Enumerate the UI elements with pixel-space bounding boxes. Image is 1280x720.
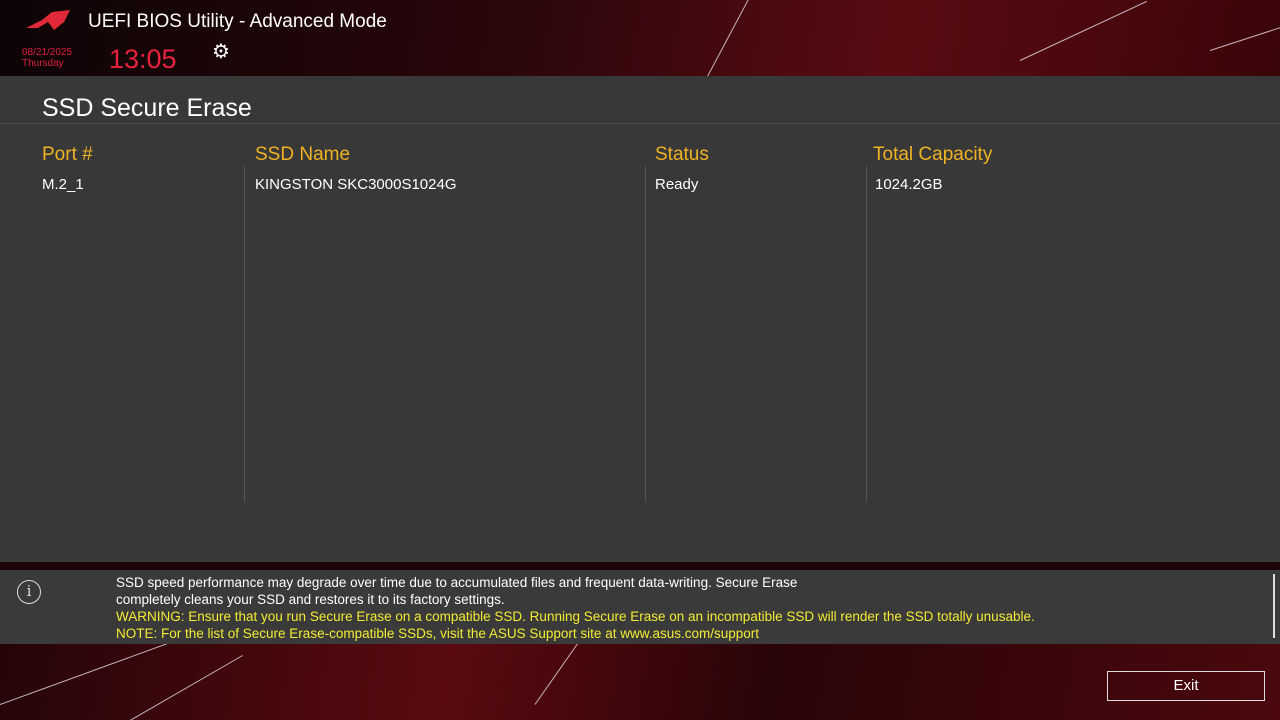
- clock: 13:05: [109, 44, 177, 74]
- divider: [0, 123, 1280, 124]
- decor-streak: [1209, 22, 1280, 51]
- decor-streak: [699, 0, 762, 76]
- table-cell[interactable]: M.2_1: [42, 176, 93, 193]
- column-header: Total Capacity: [873, 144, 993, 165]
- date-display: 08/21/2025 Thursday: [22, 47, 72, 69]
- exit-button[interactable]: Exit: [1107, 671, 1265, 701]
- decor-streak: [534, 644, 582, 705]
- table-cell[interactable]: KINGSTON SKC3000S1024G: [255, 176, 457, 193]
- gear-icon[interactable]: ⚙: [212, 39, 230, 64]
- column-divider: [866, 166, 867, 502]
- column-divider: [244, 166, 245, 502]
- rog-logo-icon: [26, 10, 70, 30]
- column-header: Status: [655, 144, 709, 165]
- table-cell[interactable]: 1024.2GB: [875, 176, 992, 193]
- app-title: UEFI BIOS Utility - Advanced Mode: [88, 11, 387, 32]
- column-capacity: Total Capacity 1024.2GB: [873, 144, 992, 193]
- footer: [0, 644, 1280, 720]
- column-header: Port #: [42, 144, 93, 165]
- page-title: SSD Secure Erase: [42, 94, 252, 122]
- decor-streak: [129, 655, 243, 720]
- decor-streak: [0, 644, 189, 705]
- warning-text: WARNING: Ensure that you run Secure Eras…: [116, 609, 1035, 624]
- table-cell[interactable]: Ready: [655, 176, 709, 193]
- date: 08/21/2025: [22, 47, 73, 58]
- info-line: SSD speed performance may degrade over t…: [116, 575, 798, 590]
- info-icon: i: [17, 580, 41, 604]
- info-line: completely cleans your SSD and restores …: [116, 592, 505, 607]
- decor-streak: [1019, 0, 1148, 61]
- header: UEFI BIOS Utility - Advanced Mode 08/21/…: [0, 0, 1280, 76]
- column-header: SSD Name: [255, 144, 351, 165]
- main-panel: SSD Secure Erase Port # M.2_1 SSD Name KIN…: [0, 76, 1280, 562]
- column-status: Status Ready: [655, 144, 709, 193]
- column-divider: [645, 166, 646, 502]
- note-text: NOTE: For the list of Secure Erase-compa…: [116, 626, 760, 641]
- scrollbar[interactable]: [1273, 574, 1275, 638]
- column-port: Port # M.2_1: [42, 144, 93, 193]
- column-ssd-name: SSD Name KINGSTON SKC3000S1024G: [255, 144, 457, 193]
- info-panel: i SSD speed performance may degrade over…: [0, 570, 1280, 644]
- weekday: Thursday: [22, 58, 64, 69]
